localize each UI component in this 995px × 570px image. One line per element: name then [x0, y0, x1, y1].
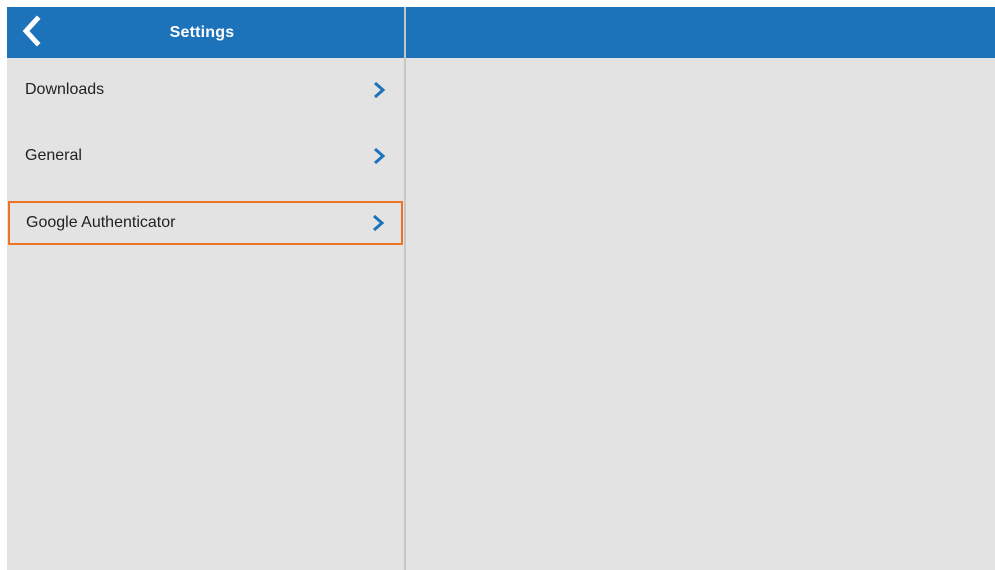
menu-item-general[interactable]: General — [7, 124, 404, 190]
page-title: Settings — [169, 24, 235, 41]
menu-item-downloads[interactable]: Downloads — [7, 58, 404, 124]
settings-menu: Downloads General Google Authenticator — [7, 58, 404, 245]
menu-item-label: General — [25, 147, 82, 164]
chevron-right-icon — [373, 214, 385, 232]
menu-item-google-authenticator[interactable]: Google Authenticator — [8, 201, 403, 245]
chevron-right-icon — [374, 81, 386, 99]
chevron-right-icon — [374, 147, 386, 165]
sidebar-header: Settings — [7, 7, 404, 58]
back-button[interactable] — [17, 15, 49, 47]
menu-item-label: Downloads — [25, 81, 105, 98]
settings-window: Settings Downloads General Google Authen… — [7, 7, 995, 570]
detail-header — [406, 7, 995, 58]
chevron-left-icon — [22, 15, 41, 47]
detail-panel — [406, 58, 995, 570]
settings-sidebar: Settings Downloads General Google Authen… — [7, 7, 404, 570]
menu-item-label: Google Authenticator — [26, 214, 176, 231]
